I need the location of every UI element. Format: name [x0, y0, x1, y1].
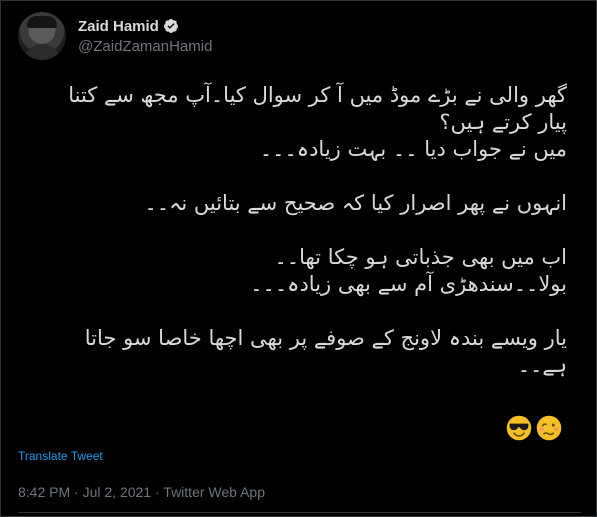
avatar[interactable]	[18, 12, 66, 60]
tweet-date[interactable]: Jul 2, 2021	[83, 484, 152, 500]
author-handle[interactable]: @ZaidZamanHamid	[78, 38, 212, 55]
meta-separator: ·	[151, 484, 164, 500]
tweet-line: بولا۔۔سندھڑی آم سے بھی زیادہ۔۔۔	[250, 272, 567, 296]
divider	[18, 512, 581, 513]
tweet-line: اب میں بھی جذباتی ہو چکا تھا۔۔	[274, 245, 567, 269]
meta-separator: ·	[70, 484, 83, 500]
tweet-paragraph: یار ویسے بندہ لاونج کے صوفے پر بھی اچھا …	[22, 325, 567, 379]
sunglasses-emoji	[506, 415, 532, 441]
tweet-source[interactable]: Twitter Web App	[163, 484, 265, 500]
name-row: Zaid Hamid	[78, 18, 212, 35]
tweet-line: گھر والی نے بڑے موڈ میں آ کر سوال کیا۔آپ…	[68, 83, 567, 107]
tweet-line: یار ویسے بندہ لاونج کے صوفے پر بھی اچھا …	[84, 326, 567, 350]
tweet-meta: 8:42 PM · Jul 2, 2021 · Twitter Web App	[18, 484, 265, 500]
tweet-text: گھر والی نے بڑے موڈ میں آ کر سوال کیا۔آپ…	[22, 82, 567, 406]
tweet-line: ہے۔۔	[517, 353, 567, 377]
tweet-time[interactable]: 8:42 PM	[18, 484, 70, 500]
woozy-face-emoji	[536, 415, 562, 441]
tweet-line: پیار کرتے ہیں؟	[439, 110, 567, 134]
tweet-paragraph: گھر والی نے بڑے موڈ میں آ کر سوال کیا۔آپ…	[22, 82, 567, 163]
tweet-line: انہوں نے پھر اصرار کیا کہ صحیح سے بتائیں…	[144, 191, 567, 215]
tweet-paragraph: انہوں نے پھر اصرار کیا کہ صحیح سے بتائیں…	[22, 190, 567, 217]
author-identity: Zaid Hamid @ZaidZamanHamid	[78, 18, 212, 55]
tweet-line: میں نے جواب دیا ۔۔ بہت زیادہ۔۔۔	[259, 137, 567, 161]
tweet-paragraph: اب میں بھی جذباتی ہو چکا تھا۔۔ بولا۔۔سند…	[22, 244, 567, 298]
emoji-row	[506, 415, 562, 441]
author-name[interactable]: Zaid Hamid	[78, 18, 159, 35]
tweet-header: Zaid Hamid @ZaidZamanHamid	[18, 12, 212, 60]
verified-badge-icon	[163, 19, 178, 33]
translate-tweet-link[interactable]: Translate Tweet	[18, 449, 103, 463]
